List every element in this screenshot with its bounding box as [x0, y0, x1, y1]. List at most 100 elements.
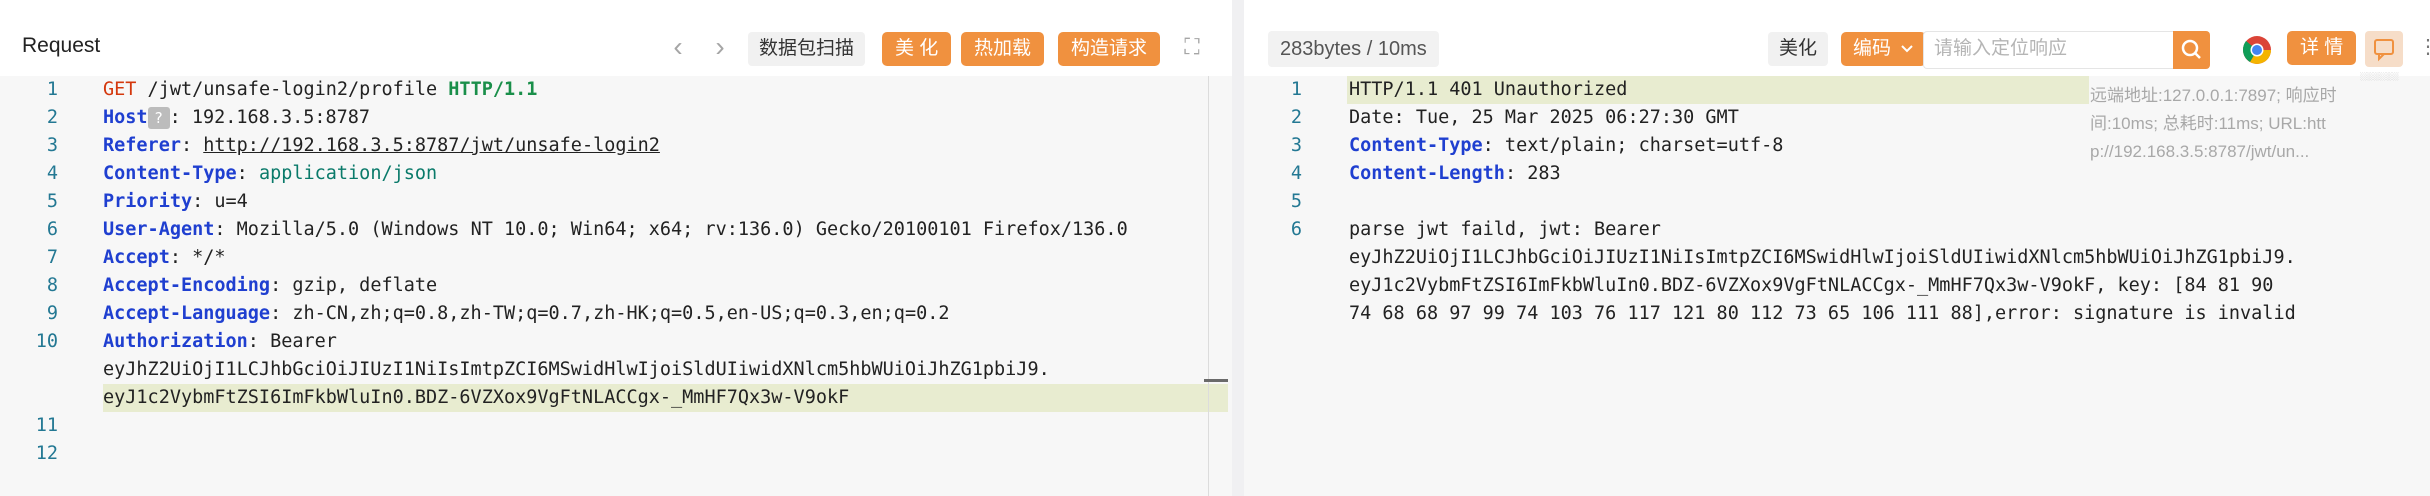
line-content: eyJ1c2VybmFtZSI6ImFkbWluIn0.BDZ-6VZXox9V…: [1349, 272, 2273, 300]
code-token: : Bearer: [247, 331, 337, 352]
line-content: 74 68 68 97 99 74 103 76 117 121 80 112 …: [1349, 300, 2296, 328]
code-line[interactable]: 6 parse jwt faild, jwt: Bearer: [1244, 216, 2430, 244]
code-token: /jwt/unsafe-login2/profile: [136, 79, 449, 100]
code-token: Accept-Encoding: [103, 275, 271, 296]
line-content: Content-Type: text/plain; charset=utf-8: [1349, 132, 1783, 160]
code-line[interactable]: 9 Accept-Language: zh-CN,zh;q=0.8,zh-TW;q…: [0, 300, 1232, 328]
line-number: 1: [46, 79, 58, 100]
line-content: HTTP/1.1 401 Unauthorized: [1349, 76, 1627, 104]
pane-divider[interactable]: [1232, 0, 1244, 496]
line-number: 1: [1290, 79, 1302, 100]
code-token: application/json: [258, 163, 438, 184]
code-token: GET: [103, 79, 137, 100]
code-line[interactable]: 74 68 68 97 99 74 103 76 117 121 80 112 …: [1244, 300, 2430, 328]
code-line[interactable]: 8 Accept-Encoding: gzip, deflate: [0, 272, 1232, 300]
code-line[interactable]: 10 Authorization: Bearer: [0, 328, 1232, 356]
locate-response-input[interactable]: [1924, 32, 2174, 66]
previous-arrow-icon[interactable]: ‹: [661, 32, 695, 66]
code-line[interactable]: 2 Host?: 192.168.3.5:8787: [0, 104, 1232, 132]
hot-load-button[interactable]: 热加载: [961, 32, 1045, 66]
code-line[interactable]: 1 GET /jwt/unsafe-login2/profile HTTP/1.1: [0, 76, 1232, 104]
line-number: 5: [46, 191, 58, 212]
code-token[interactable]: http://192.168.3.5:8787/jwt/unsafe-login…: [203, 135, 660, 156]
request-toolbar: Request ‹ › 数据包扫描 美 化 热加载 构造请求 ⛶: [0, 0, 1232, 76]
meta-line: p://192.168.3.5:8787/jwt/un...: [2090, 142, 2310, 161]
line-number: 8: [46, 275, 58, 296]
request-scrollbar-marker[interactable]: [1204, 379, 1228, 382]
code-token: HTTP/1.1 401 Unauthorized: [1349, 79, 1628, 100]
line-number: 6: [46, 219, 58, 240]
code-line[interactable]: 5: [1244, 188, 2430, 216]
code-line[interactable]: 3 Referer: http://192.168.3.5:8787/jwt/un…: [0, 132, 1232, 160]
code-token: Date: Tue, 25 Mar 2025 06:27:30 GMT: [1349, 107, 1739, 128]
code-line[interactable]: eyJhZ2UiOjI1LCJhbGciOiJIUzI1NiIsImtpZCI6…: [1244, 244, 2430, 272]
line-number: 5: [1290, 191, 1302, 212]
code-line[interactable]: 7 Accept: */*: [0, 244, 1232, 272]
code-token: User-Agent: [103, 219, 215, 240]
code-token: : zh-CN,zh;q=0.8,zh-TW;q=0.7,zh-HK;q=0.5…: [270, 303, 950, 324]
locate-search-button[interactable]: [2173, 31, 2210, 69]
line-number: 12: [35, 443, 58, 464]
line-content: eyJ1c2VybmFtZSI6ImFkbWluIn0.BDZ-6VZXox9V…: [103, 384, 849, 412]
chevron-down-icon: [1901, 45, 1914, 53]
code-token: : */*: [169, 247, 226, 268]
line-content: Accept-Language: zh-CN,zh;q=0.8,zh-TW;q=…: [103, 300, 950, 328]
code-line[interactable]: 5 Priority: u=4: [0, 188, 1232, 216]
next-arrow-icon[interactable]: ›: [703, 32, 737, 66]
line-number: 2: [1290, 107, 1302, 128]
code-token: Accept: [103, 247, 170, 268]
line-content: Content-Type: application/json: [103, 160, 437, 188]
code-token: : u=4: [192, 191, 248, 212]
line-number: 2: [46, 107, 58, 128]
code-token: : gzip, deflate: [270, 275, 438, 296]
encoding-label: 编码: [1853, 38, 1892, 59]
request-scrollbar-track[interactable]: [1208, 76, 1209, 496]
line-number: 3: [46, 135, 58, 156]
line-number: 4: [1290, 163, 1302, 184]
line-content: Accept-Encoding: gzip, deflate: [103, 272, 437, 300]
line-number: 10: [35, 331, 58, 352]
code-line[interactable]: eyJ1c2VybmFtZSI6ImFkbWluIn0.BDZ-6VZXox9V…: [1244, 272, 2430, 300]
meta-line: 远端地址:127.0.0.1:7897; 响应时: [2090, 86, 2337, 105]
line-number: 4: [46, 163, 58, 184]
faded-overlay-text: ░░░░░░: [2360, 72, 2399, 80]
code-line[interactable]: 11: [0, 412, 1232, 440]
request-editor[interactable]: 1 GET /jwt/unsafe-login2/profile HTTP/1.1…: [0, 76, 1232, 496]
construct-request-button[interactable]: 构造请求: [1058, 32, 1161, 66]
line-content: eyJhZ2UiOjI1LCJhbGciOiJIUzI1NiIsImtpZCI6…: [103, 356, 1050, 384]
code-token: Host: [103, 107, 148, 128]
code-line[interactable]: 6 User-Agent: Mozilla/5.0 (Windows NT 10.…: [0, 216, 1232, 244]
line-number: 3: [1290, 135, 1302, 156]
meta-line: 间:10ms; 总耗时:11ms; URL:htt: [2090, 114, 2326, 133]
request-title: Request: [22, 34, 101, 57]
packet-scan-button[interactable]: 数据包扫描: [748, 32, 866, 66]
more-options-icon[interactable]: ⋮: [2418, 34, 2430, 66]
encoding-dropdown[interactable]: 编码: [1841, 32, 1927, 66]
request-code[interactable]: 1 GET /jwt/unsafe-login2/profile HTTP/1.1…: [0, 76, 1232, 468]
chrome-browser-icon[interactable]: [2241, 34, 2273, 66]
code-token: : text/plain; charset=utf-8: [1482, 135, 1784, 156]
detail-button[interactable]: 详 情: [2287, 31, 2357, 65]
code-line[interactable]: 4 Content-Type: application/json: [0, 160, 1232, 188]
code-line[interactable]: eyJ1c2VybmFtZSI6ImFkbWluIn0.BDZ-6VZXox9V…: [0, 384, 1232, 412]
beautify-button[interactable]: 美 化: [882, 32, 952, 66]
fullscreen-icon[interactable]: ⛶: [1175, 32, 1209, 66]
comment-button[interactable]: [2365, 31, 2403, 67]
line-content: Accept: */*: [103, 244, 226, 272]
search-icon: [2181, 39, 2201, 59]
line-content: GET /jwt/unsafe-login2/profile HTTP/1.1: [103, 76, 537, 104]
locate-search-box[interactable]: [1923, 31, 2174, 69]
response-beautify-button[interactable]: 美化: [1768, 32, 1829, 66]
code-line[interactable]: 12: [0, 440, 1232, 468]
code-token: eyJhZ2UiOjI1LCJhbGciOiJIUzI1NiIsImtpZCI6…: [103, 359, 1050, 380]
line-content: Date: Tue, 25 Mar 2025 06:27:30 GMT: [1349, 104, 1739, 132]
code-line[interactable]: eyJhZ2UiOjI1LCJhbGciOiJIUzI1NiIsImtpZCI6…: [0, 356, 1232, 384]
response-meta-info: 远端地址:127.0.0.1:7897; 响应时 间:10ms; 总耗时:11m…: [2090, 82, 2350, 166]
line-content: eyJhZ2UiOjI1LCJhbGciOiJIUzI1NiIsImtpZCI6…: [1349, 244, 2296, 272]
code-token: Content-Type: [1349, 135, 1483, 156]
code-token: eyJ1c2VybmFtZSI6ImFkbWluIn0.BDZ-6VZXox9V…: [1349, 275, 2274, 296]
line-number: 11: [35, 415, 58, 436]
line-content: Host?: 192.168.3.5:8787: [103, 104, 370, 132]
code-token: : 192.168.3.5:8787: [169, 107, 371, 128]
code-token: Content-Type: [103, 163, 237, 184]
